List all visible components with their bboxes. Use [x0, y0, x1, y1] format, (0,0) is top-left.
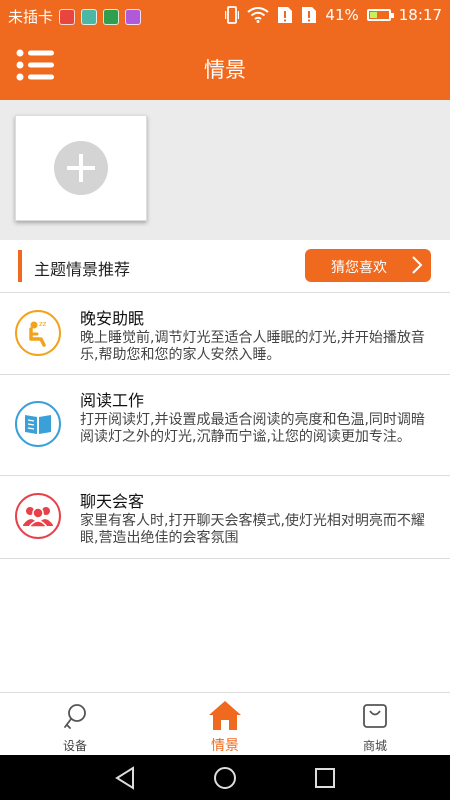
notification-app-icon — [59, 8, 76, 25]
scene-title: 阅读工作 — [80, 391, 145, 410]
chevron-right-icon — [412, 256, 423, 274]
notification-app-icon — [103, 8, 120, 25]
sim-alert-icon — [302, 7, 317, 23]
section-header: 主题情景推荐 猜您喜欢 — [0, 240, 450, 293]
sim-alert-icon — [278, 7, 293, 23]
scene-item-chat[interactable]: 聊天会客 家里有客人时,打开聊天会客模式,使灯光相对明亮而不耀眼,营造出绝佳的会… — [0, 476, 450, 559]
scene-description: 打开阅读灯,并设置成最适合阅读的亮度和色温,同时调暗阅读灯之外的灯光,沉静而宁谧… — [80, 412, 425, 445]
status-bar: 未插卡 41% 18:17 — [0, 0, 450, 32]
bottom-nav: 设备 情景 商城 — [0, 692, 450, 756]
plus-icon — [54, 141, 108, 195]
svg-text:zz: zz — [39, 320, 47, 328]
vibrate-icon — [225, 6, 240, 24]
guess-you-like-button[interactable]: 猜您喜欢 — [305, 249, 431, 282]
shopping-bag-icon — [363, 704, 387, 728]
nav-label: 情景 — [211, 738, 239, 754]
nav-item-scenes[interactable]: 情景 — [175, 693, 275, 756]
system-nav-bar — [0, 755, 450, 800]
battery-percent: 41% — [325, 6, 359, 24]
scene-item-reading[interactable]: 阅读工作 打开阅读灯,并设置成最适合阅读的亮度和色温,同时调暗阅读灯之外的灯光,… — [0, 375, 450, 476]
guess-button-label: 猜您喜欢 — [331, 260, 387, 276]
notification-app-icon — [125, 8, 142, 25]
page-title: 情景 — [204, 58, 246, 82]
add-scene-card[interactable] — [15, 115, 147, 221]
scene-description: 晚上睡觉前,调节灯光至适合人睡眠的灯光,并开始播放音乐,帮助您和您的家人安然入睡… — [80, 330, 425, 363]
group-icon — [15, 493, 61, 539]
carrier-label: 未插卡 — [8, 8, 54, 26]
recents-icon[interactable] — [313, 765, 337, 791]
app-bar: 情景 — [0, 32, 450, 100]
home-circle-icon[interactable] — [212, 765, 238, 791]
bulb-icon — [64, 704, 86, 729]
scene-description: 家里有客人时,打开聊天会客模式,使灯光相对明亮而不耀眼,营造出绝佳的会客氛围 — [80, 513, 425, 546]
accent-bar — [18, 250, 22, 282]
scene-title: 聊天会客 — [80, 492, 145, 511]
nav-item-devices[interactable]: 设备 — [25, 693, 125, 756]
nav-label: 商城 — [362, 739, 387, 753]
scene-title: 晚安助眠 — [80, 309, 145, 328]
nav-label: 设备 — [62, 739, 87, 753]
book-icon — [15, 401, 61, 447]
scene-item-sleep[interactable]: zz 晚安助眠 晚上睡觉前,调节灯光至适合人睡眠的灯光,并开始播放音乐,帮助您和… — [0, 293, 450, 375]
wifi-icon — [247, 7, 270, 23]
back-icon[interactable] — [113, 765, 137, 791]
sleep-icon: zz — [15, 310, 61, 356]
my-scenes-area — [0, 100, 450, 240]
nav-item-shop[interactable]: 商城 — [325, 693, 425, 756]
notification-app-icon — [81, 8, 98, 25]
section-title: 主题情景推荐 — [34, 260, 131, 279]
battery-icon — [366, 9, 394, 21]
home-icon — [209, 701, 241, 730]
clock: 18:17 — [398, 6, 442, 24]
